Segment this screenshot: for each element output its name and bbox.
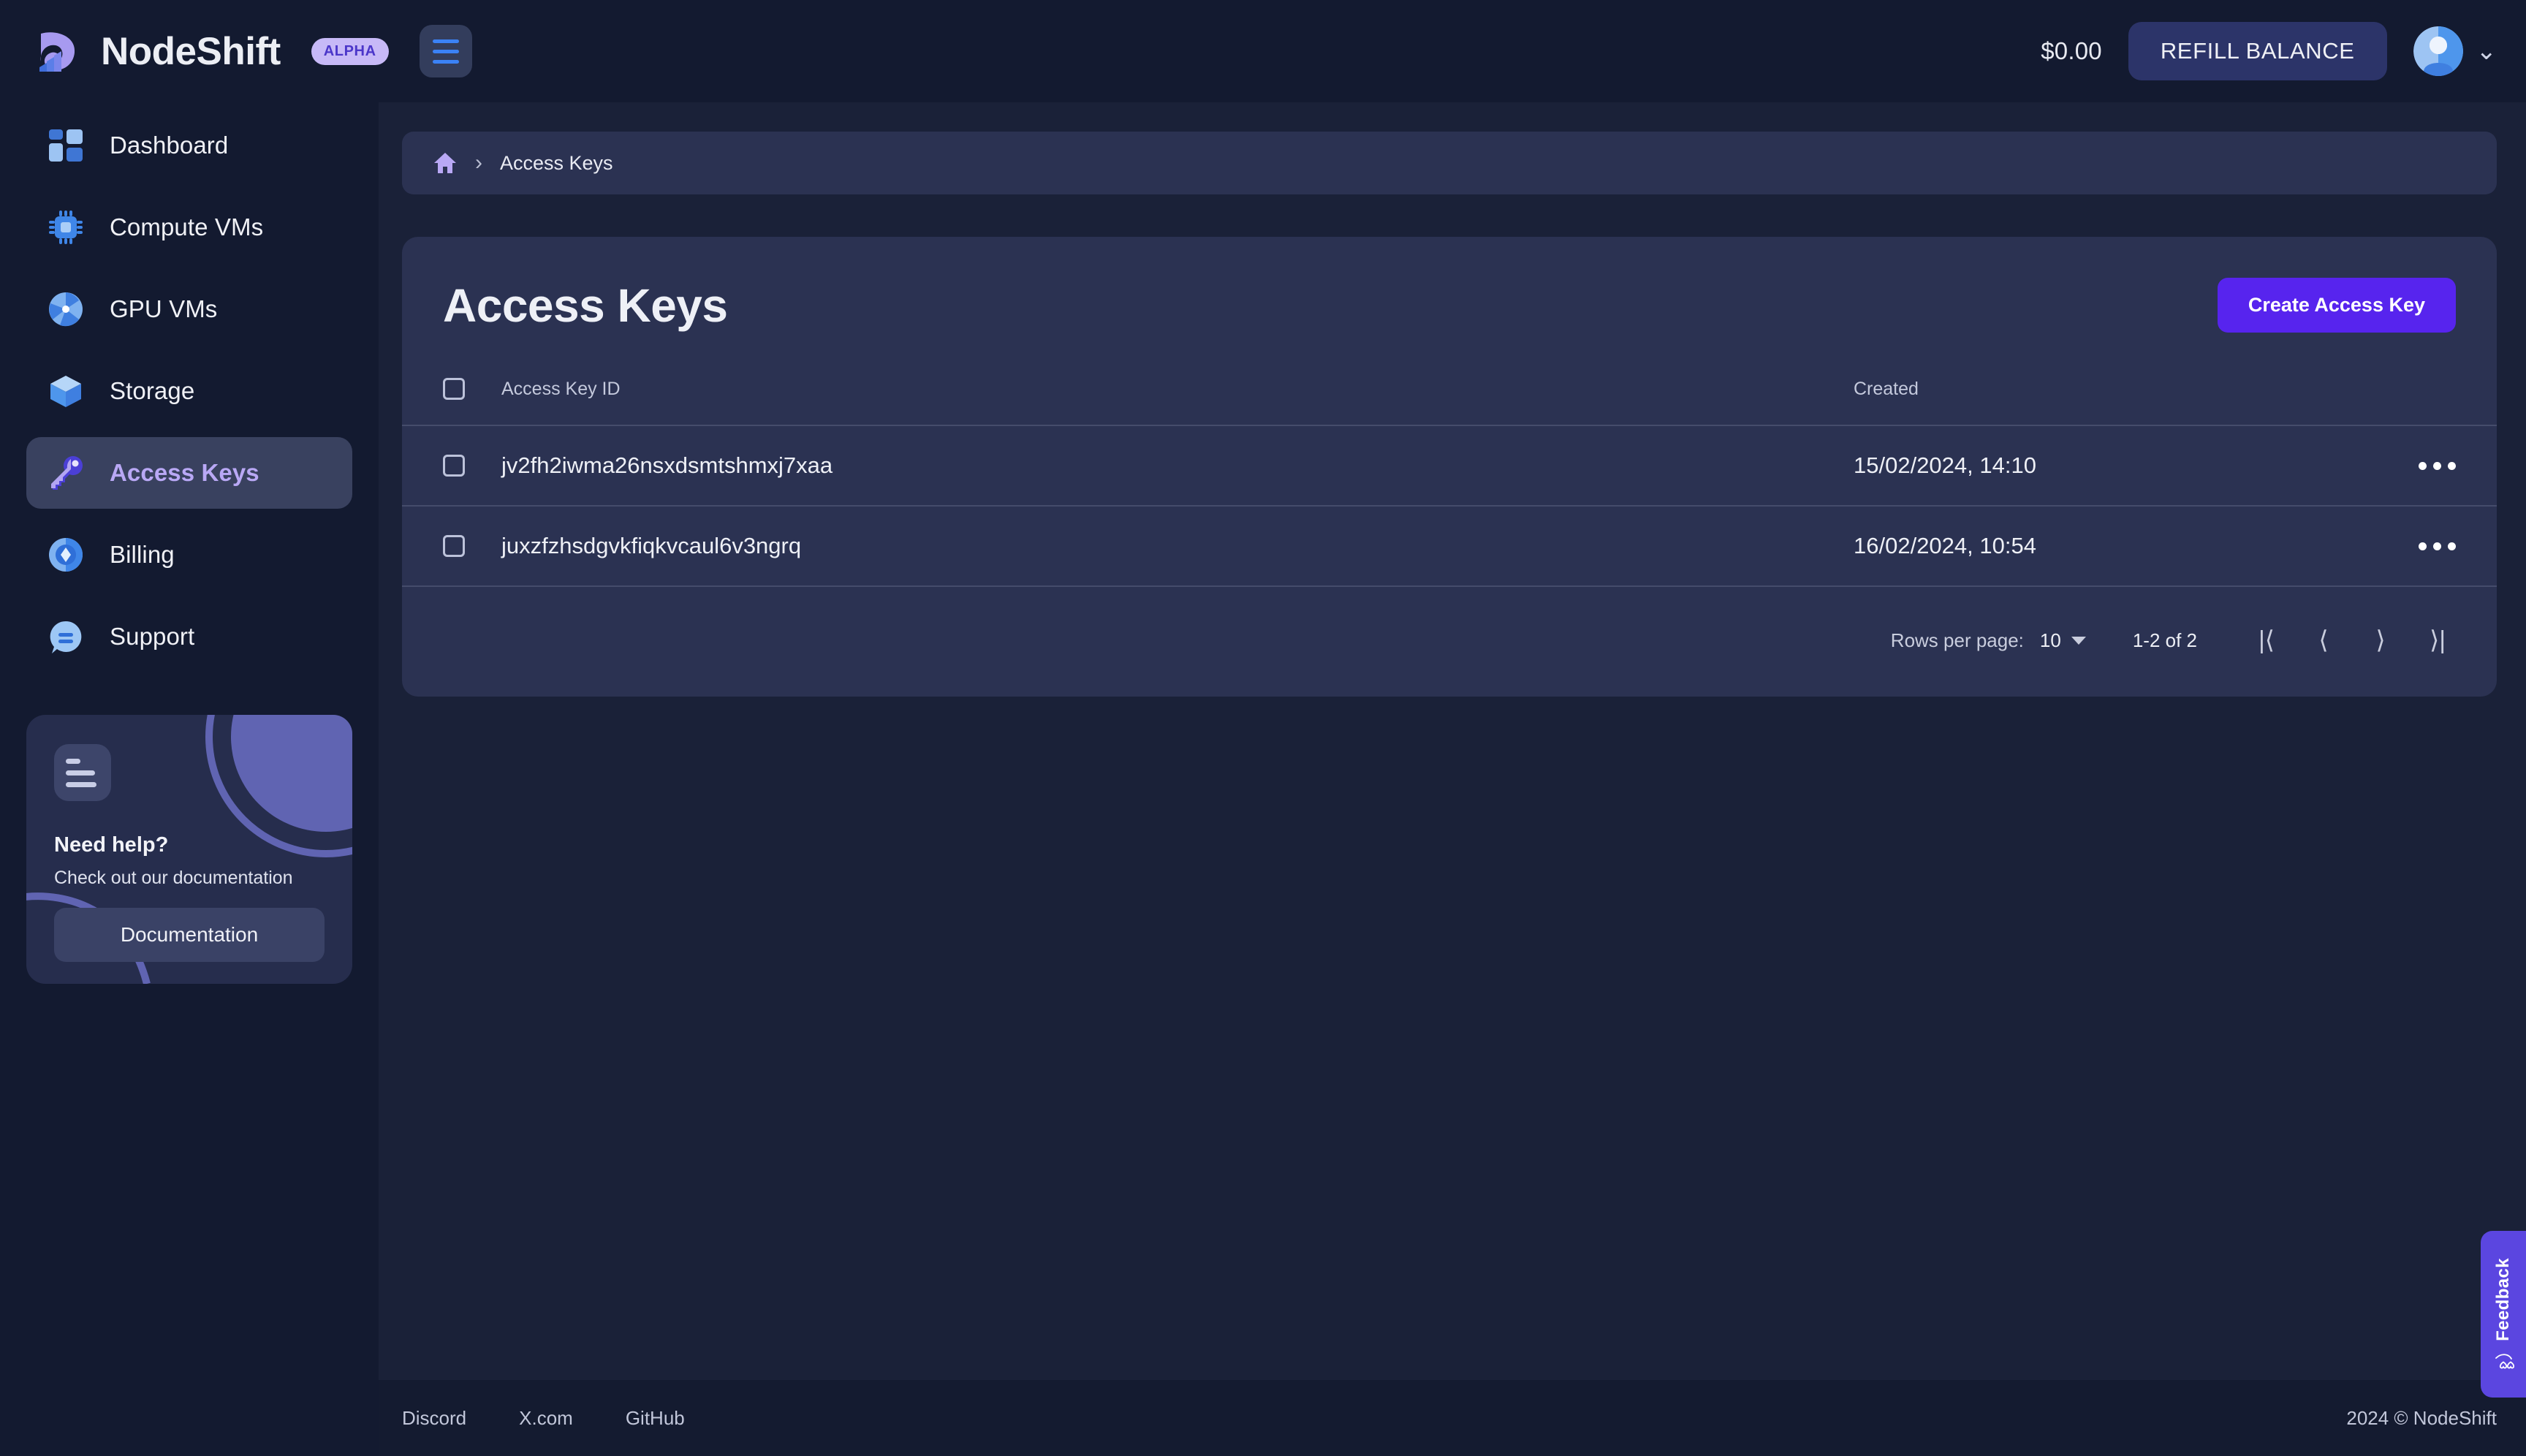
doc-line — [66, 770, 95, 776]
doc-line — [66, 781, 96, 787]
home-icon[interactable] — [433, 151, 458, 175]
more-options-icon[interactable] — [2409, 461, 2497, 470]
help-card-content: Need help? Check out our documentation D… — [54, 744, 325, 962]
access-keys-table: Access Key ID Created jv2fh2iwma26nsxdsm… — [402, 365, 2497, 585]
sidebar-item-label: Access Keys — [110, 459, 259, 486]
body: Dashboard Compute VMs GPU VMs Storage Ac… — [0, 102, 2526, 1456]
pagination-range: 1-2 of 2 — [2132, 629, 2197, 651]
copyright: 2024 © NodeShift — [2346, 1406, 2497, 1429]
previous-page-icon[interactable]: ⟨ — [2295, 612, 2352, 669]
storage-cube-icon — [50, 376, 81, 407]
chevron-down-icon: ⌄ — [2476, 37, 2497, 65]
sidebar-item-access-keys[interactable]: Access Keys — [26, 437, 352, 509]
billing-diamond-icon — [49, 538, 83, 572]
breadcrumb: › Access Keys — [402, 132, 2497, 194]
table-row[interactable]: juxzfzhsdgvkfiqkvcaul6v3ngrq 16/02/2024,… — [402, 505, 2497, 585]
sidebar-item-billing[interactable]: Billing — [26, 519, 352, 591]
first-page-icon[interactable]: |⟨ — [2238, 612, 2295, 669]
menu-line — [432, 39, 459, 43]
footer-link-discord[interactable]: Discord — [402, 1407, 466, 1430]
sidebar-item-label: Support — [110, 623, 195, 650]
cpu-chip-icon — [49, 211, 83, 244]
document-lines-icon — [54, 744, 111, 801]
dashboard-grid-icon — [49, 129, 83, 162]
more-options-icon[interactable] — [2409, 542, 2497, 550]
refill-balance-button[interactable]: REFILL BALANCE — [2128, 22, 2387, 80]
sidebar-item-label: Billing — [110, 541, 175, 568]
table-body: jv2fh2iwma26nsxdsmtshmxj7xaa 15/02/2024,… — [402, 425, 2497, 585]
breadcrumb-current: Access Keys — [500, 151, 613, 174]
footer-link-xcom[interactable]: X.com — [519, 1407, 573, 1430]
footer-link-github[interactable]: GitHub — [626, 1407, 685, 1430]
row-checkbox[interactable] — [443, 535, 465, 557]
cell-created: 15/02/2024, 14:10 — [1854, 425, 2409, 506]
app-root: NodeShift ALPHA $0.00 REFILL BALANCE ⌄ D… — [0, 0, 2526, 1456]
cell-access-key-id: juxzfzhsdgvkfiqkvcaul6v3ngrq — [501, 505, 1854, 585]
rows-per-page-value: 10 — [2039, 629, 2061, 651]
table-head: Access Key ID Created — [402, 365, 2497, 425]
cell-actions — [2409, 425, 2497, 506]
hamburger-menu-icon[interactable] — [419, 25, 472, 77]
select-all-checkbox[interactable] — [443, 378, 465, 400]
help-card: Need help? Check out our documentation D… — [26, 715, 352, 984]
help-card-subtitle: Check out our documentation — [54, 868, 293, 888]
table-header-row: Access Key ID Created — [402, 365, 2497, 425]
sidebar: Dashboard Compute VMs GPU VMs Storage Ac… — [0, 102, 379, 1456]
sidebar-item-label: Dashboard — [110, 132, 229, 159]
menu-line — [432, 59, 459, 64]
cell-actions — [2409, 505, 2497, 585]
access-keys-panel: Access Keys Create Access Key Access Key… — [402, 237, 2497, 697]
alpha-badge: ALPHA — [311, 37, 389, 65]
help-card-title: Need help? — [54, 833, 169, 857]
select-all-cell — [402, 365, 501, 425]
account-balance: $0.00 — [2041, 37, 2102, 64]
cell-created: 16/02/2024, 10:54 — [1854, 505, 2409, 585]
top-bar: NodeShift ALPHA $0.00 REFILL BALANCE ⌄ — [0, 0, 2526, 102]
breadcrumb-separator: › — [475, 151, 482, 175]
feedback-label: Feedback — [2493, 1258, 2513, 1341]
user-menu[interactable]: ⌄ — [2413, 26, 2497, 76]
panel-header: Access Keys Create Access Key — [402, 237, 2497, 365]
column-header-created: Created — [1854, 378, 1919, 399]
sidebar-item-gpu-vms[interactable]: GPU VMs — [26, 273, 352, 345]
feedback-tab[interactable]: Feedback — [2481, 1231, 2526, 1398]
top-bar-right: $0.00 REFILL BALANCE ⌄ — [2041, 22, 2497, 80]
last-page-icon[interactable]: ⟩| — [2409, 612, 2466, 669]
rows-per-page-label: Rows per page: — [1890, 629, 2024, 651]
sidebar-item-dashboard[interactable]: Dashboard — [26, 110, 352, 181]
sidebar-item-compute-vms[interactable]: Compute VMs — [26, 192, 352, 263]
brand-name: NodeShift — [101, 29, 281, 73]
cell-access-key-id: jv2fh2iwma26nsxdsmtshmxj7xaa — [501, 425, 1854, 506]
next-page-icon[interactable]: ⟩ — [2352, 612, 2409, 669]
sidebar-item-storage[interactable]: Storage — [26, 355, 352, 427]
sidebar-item-label: Storage — [110, 377, 195, 404]
row-select-cell — [402, 505, 501, 585]
row-checkbox[interactable] — [443, 455, 465, 477]
user-avatar-icon — [2413, 26, 2463, 76]
sidebar-item-label: GPU VMs — [110, 295, 218, 322]
column-header-actions — [2409, 365, 2497, 425]
rows-per-page-select[interactable]: 10 — [2040, 629, 2086, 652]
doc-line — [66, 758, 80, 764]
key-icon — [51, 456, 83, 490]
main-column: › Access Keys Access Keys Create Access … — [379, 102, 2526, 1456]
brand[interactable]: NodeShift ALPHA — [32, 26, 389, 76]
smiley-hearts-icon — [2495, 1354, 2514, 1369]
sidebar-item-support[interactable]: Support — [26, 601, 352, 672]
support-chat-icon — [50, 621, 82, 653]
menu-line — [432, 49, 459, 53]
documentation-button[interactable]: Documentation — [54, 908, 325, 962]
pagination: Rows per page: 10 1-2 of 2 |⟨ ⟨ ⟩ ⟩| — [402, 585, 2497, 697]
gpu-fan-icon — [49, 292, 83, 327]
page-title: Access Keys — [443, 278, 728, 332]
create-access-key-button[interactable]: Create Access Key — [2217, 278, 2456, 333]
footer: Discord X.com GitHub 2024 © NodeShift — [379, 1380, 2526, 1456]
column-header-access-key-id: Access Key ID — [501, 378, 621, 399]
nodeshift-wave-logo-icon — [39, 32, 75, 72]
chevron-down-icon — [2071, 636, 2086, 645]
row-select-cell — [402, 425, 501, 506]
main-content: › Access Keys Access Keys Create Access … — [379, 102, 2526, 1380]
sidebar-item-label: Compute VMs — [110, 213, 264, 240]
table-row[interactable]: jv2fh2iwma26nsxdsmtshmxj7xaa 15/02/2024,… — [402, 425, 2497, 506]
